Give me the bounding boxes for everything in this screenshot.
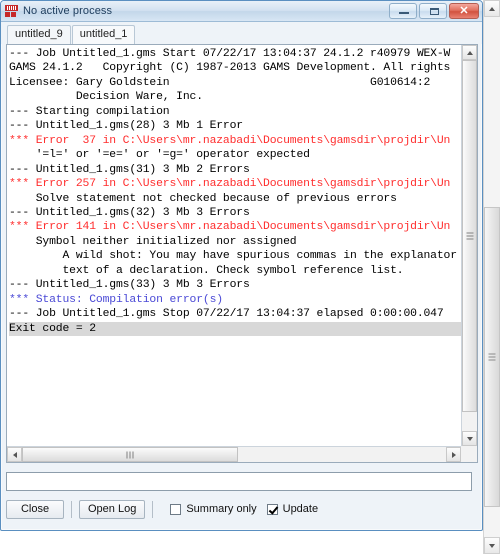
log-line: Licensee: Gary Goldstein G010614:2 — [9, 76, 431, 89]
scroll-up-button[interactable] — [462, 45, 477, 60]
page-scroll-thumb[interactable] — [484, 207, 500, 507]
vertical-scroll-thumb[interactable] — [462, 60, 477, 412]
log-line: *** Error 257 in C:\Users\mr.nazabadi\Do… — [9, 178, 451, 191]
log-line: *** Error 37 in C:\Users\mr.nazabadi\Doc… — [9, 134, 451, 147]
window-body: --- Job Untitled_1.gms Start 07/22/17 13… — [1, 44, 482, 521]
log-line: Symbol neither initialized nor assigned — [9, 235, 297, 248]
log-viewport[interactable]: --- Job Untitled_1.gms Start 07/22/17 13… — [7, 45, 461, 446]
scroll-grip-icon — [488, 353, 496, 361]
maximize-icon — [430, 8, 439, 15]
chevron-left-icon — [12, 451, 17, 458]
window-title: No active process — [23, 5, 113, 17]
log-line: --- Untitled_1.gms(31) 3 Mb 2 Errors — [9, 163, 250, 176]
bottom-toolbar: Close Open Log Summary only Update — [6, 497, 477, 521]
command-area — [6, 468, 477, 494]
log-line: text of a declaration. Check symbol refe… — [9, 264, 404, 277]
log-line: A wild shot: You may have spurious comma… — [9, 250, 457, 263]
scrollbar-corner — [461, 446, 477, 462]
page-scroll-down-button[interactable] — [484, 537, 500, 554]
log-line: '=l=' or '=e=' or '=g=' operator expecte… — [9, 149, 310, 162]
summary-only-label: Summary only — [186, 503, 257, 515]
toolbar-separator — [71, 500, 72, 518]
log-line: --- Untitled_1.gms(28) 3 Mb 1 Error — [9, 120, 243, 133]
close-window-button[interactable]: ✕ — [449, 3, 479, 19]
minimize-icon — [399, 12, 409, 14]
tab-untitled-1[interactable]: untitled_1 — [71, 25, 136, 44]
scroll-down-button[interactable] — [462, 431, 477, 446]
log-line: *** Error 141 in C:\Users\mr.nazabadi\Do… — [9, 221, 451, 234]
log-line: --- Job Untitled_1.gms Stop 07/22/17 13:… — [9, 308, 444, 321]
maximize-button[interactable] — [419, 3, 447, 19]
update-checkbox[interactable] — [266, 503, 278, 515]
gams-app-icon — [5, 4, 19, 18]
command-input[interactable] — [6, 471, 472, 491]
page-background-below-window — [0, 531, 483, 554]
chevron-up-icon — [489, 6, 495, 11]
log-line: *** Status: Compilation error(s) — [9, 293, 223, 306]
update-label: Update — [282, 503, 319, 515]
log-line: --- Untitled_1.gms(33) 3 Mb 3 Errors — [9, 279, 250, 292]
gams-process-window: No active process ✕ untitled_9 untitled_… — [0, 0, 483, 531]
chevron-down-icon — [489, 543, 495, 548]
log-line: GAMS 24.1.2 Copyright (C) 1987-2013 GAMS… — [9, 62, 451, 75]
summary-only-checkbox-wrap[interactable]: Summary only — [170, 503, 257, 515]
window-controls: ✕ — [389, 3, 479, 19]
log-line: --- Starting compilation — [9, 105, 170, 118]
window-titlebar[interactable]: No active process ✕ — [1, 1, 482, 22]
log-line: --- Job Untitled_1.gms Start 07/22/17 13… — [9, 48, 451, 60]
log-line: Exit code = 2 — [9, 321, 461, 337]
open-log-button[interactable]: Open Log — [79, 499, 146, 519]
chevron-down-icon — [466, 436, 473, 441]
page-root: No active process ✕ untitled_9 untitled_… — [0, 0, 500, 554]
log-line: Solve statement not checked because of p… — [9, 192, 397, 205]
horizontal-scroll-thumb[interactable] — [22, 447, 238, 462]
log-output-text: --- Job Untitled_1.gms Start 07/22/17 13… — [7, 45, 461, 337]
log-horizontal-scrollbar[interactable] — [7, 446, 461, 462]
log-panel: --- Job Untitled_1.gms Start 07/22/17 13… — [6, 44, 478, 463]
close-icon: ✕ — [459, 5, 469, 17]
tab-bar: untitled_9 untitled_1 — [1, 22, 482, 44]
page-scroll-track[interactable] — [484, 17, 500, 537]
chevron-right-icon — [451, 451, 456, 458]
update-checkbox-wrap[interactable]: Update — [266, 503, 319, 515]
scroll-grip-icon — [126, 451, 134, 458]
log-line: --- Untitled_1.gms(32) 3 Mb 3 Errors — [9, 206, 250, 219]
scroll-right-button[interactable] — [446, 447, 461, 462]
minimize-button[interactable] — [389, 3, 417, 19]
chevron-up-icon — [466, 50, 473, 55]
log-vertical-scrollbar[interactable] — [461, 45, 477, 446]
summary-only-checkbox[interactable] — [170, 503, 182, 515]
toolbar-separator-2 — [152, 500, 154, 518]
page-scroll-up-button[interactable] — [484, 0, 500, 17]
scroll-left-button[interactable] — [7, 447, 22, 462]
close-button[interactable]: Close — [6, 499, 64, 519]
tab-untitled-9[interactable]: untitled_9 — [7, 25, 71, 44]
log-line: Decision Ware, Inc. — [9, 91, 203, 104]
page-scrollbar[interactable] — [483, 0, 500, 554]
scroll-grip-icon — [466, 232, 473, 240]
